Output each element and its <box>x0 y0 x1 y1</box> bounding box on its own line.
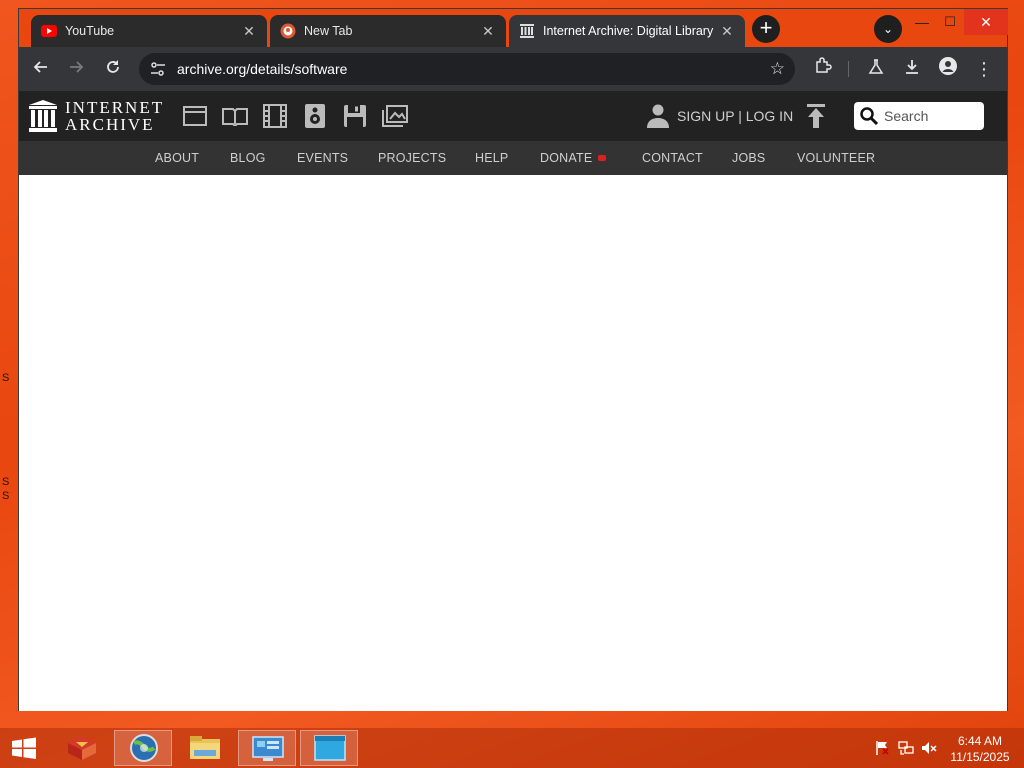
app-box-icon <box>68 736 96 760</box>
url-text[interactable]: archive.org/details/software <box>177 61 770 77</box>
new-tab-button[interactable]: + <box>752 15 780 43</box>
nav-help[interactable]: HELP <box>475 151 508 165</box>
software-icon[interactable] <box>342 103 368 129</box>
flask-icon <box>868 59 884 74</box>
ia-logo[interactable]: INTERNET ARCHIVE <box>29 99 164 133</box>
profile-button[interactable] <box>934 55 962 83</box>
taskbar-control-panel[interactable] <box>238 730 296 766</box>
arrow-right-icon <box>70 61 84 73</box>
nav-donate-label: DONATE <box>540 151 593 165</box>
clock-date: 11/15/2025 <box>950 750 1010 764</box>
browser-toolbar: archive.org/details/software ☆ ⋮ <box>19 47 1007 91</box>
chevron-down-icon: ⌄ <box>882 22 894 36</box>
network-icon[interactable] <box>898 740 914 756</box>
tab-internet-archive[interactable]: Internet Archive: Digital Library ✕ <box>509 15 745 47</box>
tab-strip: YouTube ✕ New Tab ✕ Internet Archive: Di… <box>19 9 1008 47</box>
user-icon <box>647 104 669 128</box>
kebab-menu-icon: ⋮ <box>975 59 993 79</box>
audio-icon[interactable] <box>302 103 328 129</box>
youtube-icon <box>41 23 57 39</box>
search-input[interactable] <box>884 108 974 124</box>
upload-icon[interactable] <box>805 104 827 128</box>
images-icon[interactable] <box>382 103 408 129</box>
folder-icon <box>190 736 220 759</box>
media-type-icons <box>182 103 408 129</box>
menu-button[interactable]: ⋮ <box>970 55 998 83</box>
close-icon[interactable]: ✕ <box>241 23 257 39</box>
nav-blog[interactable]: BLOG <box>230 151 266 165</box>
nav-volunteer[interactable]: VOLUNTEER <box>797 151 875 165</box>
labs-button[interactable] <box>862 55 890 83</box>
control-panel-icon <box>252 736 284 761</box>
nav-contact[interactable]: CONTACT <box>642 151 703 165</box>
minimize-button[interactable]: — <box>907 9 937 35</box>
video-icon[interactable] <box>262 103 288 129</box>
tab-search-button[interactable]: ⌄ <box>874 15 902 43</box>
heart-icon <box>598 155 607 161</box>
avatar-icon <box>939 57 957 75</box>
toolbar-divider <box>848 61 849 77</box>
bookmark-star-icon[interactable]: ☆ <box>770 59 785 79</box>
close-window-button[interactable]: ✕ <box>964 9 1008 35</box>
duckduckgo-icon <box>280 23 296 39</box>
reload-button[interactable] <box>99 55 127 83</box>
tab-title: Internet Archive: Digital Library <box>543 24 714 38</box>
forward-button[interactable] <box>62 55 90 83</box>
volume-muted-icon[interactable] <box>921 740 937 756</box>
downloads-button[interactable] <box>898 55 926 83</box>
sign-up-login-link[interactable]: SIGN UP | LOG IN <box>647 104 793 128</box>
extensions-button[interactable] <box>809 55 837 83</box>
logo-line-1: INTERNET <box>65 98 165 117</box>
ia-nav-bar: ABOUT BLOG EVENTS PROJECTS HELP DONATE C… <box>19 141 1007 175</box>
action-center-flag-icon[interactable] <box>874 740 890 756</box>
nav-events[interactable]: EVENTS <box>297 151 348 165</box>
taskbar: 6:44 AM 11/15/2025 <box>0 728 1024 768</box>
page-content-area <box>19 175 1007 711</box>
tab-new-tab[interactable]: New Tab ✕ <box>270 15 506 47</box>
download-icon <box>906 60 918 74</box>
maximize-button[interactable]: ☐ <box>935 9 965 35</box>
tab-youtube[interactable]: YouTube ✕ <box>31 15 267 47</box>
tab-title: YouTube <box>65 24 115 38</box>
clock-time: 6:44 AM <box>957 734 1003 748</box>
taskbar-app-1[interactable] <box>56 730 108 766</box>
search-icon <box>860 107 878 125</box>
nav-projects[interactable]: PROJECTS <box>378 151 446 165</box>
taskbar-chrome[interactable] <box>114 730 172 766</box>
nav-donate[interactable]: DONATE <box>540 151 607 165</box>
nav-jobs[interactable]: JOBS <box>732 151 765 165</box>
close-icon[interactable]: ✕ <box>719 23 735 39</box>
windows-logo-icon <box>12 737 36 759</box>
arrow-left-icon <box>33 61 47 73</box>
web-page: INTERNET ARCHIVE SIGN UP | LOG IN Search… <box>19 91 1007 711</box>
window-app-icon <box>314 735 346 761</box>
ia-header: INTERNET ARCHIVE SIGN UP | LOG IN Search <box>19 91 1007 141</box>
desktop-icon-label-fragment: S <box>2 476 10 488</box>
texts-icon[interactable] <box>222 103 248 129</box>
browser-globe-icon <box>130 734 158 762</box>
ia-search-box[interactable] <box>854 102 984 130</box>
reload-icon <box>107 60 119 73</box>
taskbar-app-window[interactable] <box>300 730 358 766</box>
tab-title: New Tab <box>304 24 353 38</box>
address-bar[interactable]: archive.org/details/software ☆ <box>139 53 795 85</box>
signup-label: SIGN UP | LOG IN <box>677 108 794 124</box>
site-settings-icon[interactable] <box>149 60 167 78</box>
taskbar-file-explorer[interactable] <box>178 730 232 766</box>
puzzle-icon <box>816 57 832 73</box>
web-icon[interactable] <box>182 103 208 129</box>
start-button[interactable] <box>4 730 44 766</box>
logo-line-2: ARCHIVE <box>65 115 155 134</box>
archive-building-icon <box>29 100 57 132</box>
back-button[interactable] <box>27 55 55 83</box>
browser-window: YouTube ✕ New Tab ✕ Internet Archive: Di… <box>18 8 1008 711</box>
archive-icon <box>519 23 535 39</box>
ia-wordmark: INTERNET ARCHIVE <box>65 99 164 133</box>
desktop-icon-label-fragment: S <box>2 372 10 384</box>
nav-about[interactable]: ABOUT <box>155 151 199 165</box>
close-icon[interactable]: ✕ <box>480 23 496 39</box>
desktop-icon-label-fragment: S <box>2 490 10 502</box>
system-clock[interactable]: 6:44 AM 11/15/2025 <box>944 733 1016 765</box>
